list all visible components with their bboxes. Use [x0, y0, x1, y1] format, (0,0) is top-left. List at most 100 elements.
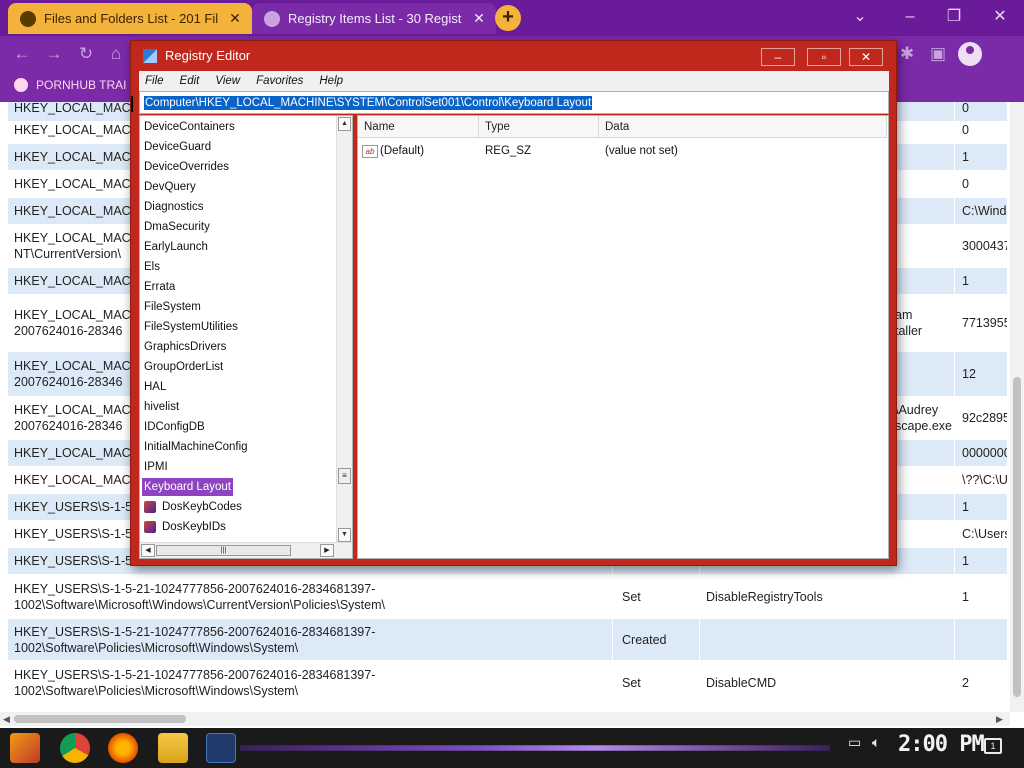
tree-item[interactable]: IPMI	[142, 458, 170, 476]
folder-icon[interactable]	[158, 733, 188, 763]
taskbar: ▭ 🔈︎ 2:00 PM 1	[0, 728, 1024, 768]
action-cell: Set	[616, 575, 700, 618]
chevron-down-icon[interactable]: ⌄	[838, 4, 882, 30]
scroll-left-icon[interactable]: ◀	[3, 714, 10, 725]
key-tree-pane: DeviceContainers DeviceGuard DeviceOverr…	[139, 115, 353, 559]
tree-item[interactable]: DmaSecurity	[142, 218, 212, 236]
tree-item[interactable]: FileSystem	[142, 298, 203, 316]
scrollbar-thumb[interactable]	[1013, 377, 1021, 697]
extensions-icon[interactable]: ✱	[895, 42, 919, 66]
scroll-down-icon[interactable]: ▼	[338, 528, 351, 542]
tab-registry-items[interactable]: Registry Items List - 30 Regist ✕	[252, 3, 496, 34]
value-type: REG_SZ	[485, 145, 532, 157]
close-icon[interactable]: ✕	[468, 10, 490, 27]
value-cell: 3000437	[956, 225, 1008, 267]
scrollbar-thumb[interactable]	[14, 715, 186, 723]
firefox-icon[interactable]	[108, 733, 138, 763]
action-cell: Set	[616, 661, 700, 704]
menu-file[interactable]: File	[145, 75, 164, 87]
restore-icon[interactable]: ❐	[932, 4, 976, 30]
tree-vertical-scrollbar[interactable]: ▲ ≡ ▼	[336, 116, 352, 544]
tree-item[interactable]: DeviceGuard	[142, 138, 213, 156]
profile-avatar[interactable]	[958, 42, 982, 66]
folder-icon	[144, 521, 156, 533]
new-tab-button[interactable]: +	[495, 5, 521, 31]
tree-horizontal-scrollbar[interactable]: ◀ ||| ▶	[140, 542, 352, 558]
tree-item[interactable]: DeviceOverrides	[142, 158, 231, 176]
tree-item[interactable]: Errata	[142, 278, 177, 296]
clock[interactable]: 2:00 PM	[898, 732, 985, 757]
tree-item[interactable]: IDConfigDB	[142, 418, 207, 436]
tree-item[interactable]: Els	[142, 258, 162, 276]
tab-files-and-folders[interactable]: Files and Folders List - 201 Fil ✕	[8, 3, 252, 34]
minimize-button[interactable]: –	[761, 48, 795, 66]
regedit-icon[interactable]	[206, 733, 236, 763]
values-list-pane: Name Type Data ab (Default) REG_SZ (valu…	[357, 115, 889, 559]
sidebar-icon[interactable]: ▣	[926, 42, 950, 66]
value-cell: 2	[956, 661, 1008, 704]
value-cell: 12	[956, 352, 1008, 396]
taskbar-decoration	[240, 745, 830, 751]
bookmark-label: PORNHUB TRAI	[36, 78, 127, 92]
menu-view[interactable]: View	[215, 75, 240, 87]
scrollbar-thumb[interactable]: |||	[156, 545, 291, 556]
value-row[interactable]: ab (Default)	[362, 142, 424, 160]
start-icon[interactable]	[10, 733, 40, 763]
table-row: HKEY_USERS\S-1-5-21-1024777856-200762401…	[8, 661, 1008, 705]
page-horizontal-scrollbar[interactable]: ◀ ▶	[0, 712, 1010, 726]
tree-child-item[interactable]: DosKeybIDs	[142, 518, 228, 536]
back-icon[interactable]: ←	[10, 42, 34, 66]
tree-item[interactable]: DeviceContainers	[142, 118, 237, 136]
menu-favorites[interactable]: Favorites	[256, 75, 303, 87]
reload-icon[interactable]: ↻	[74, 42, 98, 66]
scroll-right-icon[interactable]: ▶	[996, 714, 1003, 725]
value-cell: 0000000	[956, 440, 1008, 466]
maximize-button[interactable]: ▫	[807, 48, 841, 66]
value-cell: 0	[956, 117, 1008, 143]
tree-item[interactable]: InitialMachineConfig	[142, 438, 250, 456]
value-cell: 1	[956, 494, 1008, 520]
close-icon[interactable]: ✕	[224, 10, 246, 27]
key-cell: HKEY_USERS\S-1-5-21-1024777856-200762401…	[8, 661, 613, 704]
value-cell: 92c2895	[956, 397, 1008, 439]
scroll-left-icon[interactable]: ◀	[141, 544, 155, 557]
tree-item[interactable]: hivelist	[142, 398, 181, 416]
regedit-icon	[143, 48, 157, 63]
page-vertical-scrollbar[interactable]	[1010, 102, 1024, 712]
value-name: (Default)	[380, 145, 425, 157]
tree-item[interactable]: FileSystemUtilities	[142, 318, 240, 336]
tree-item[interactable]: Diagnostics	[142, 198, 205, 216]
close-window-icon[interactable]: ✕	[978, 4, 1022, 30]
chrome-icon[interactable]	[60, 733, 90, 763]
forward-icon[interactable]: →	[42, 42, 66, 66]
network-icon[interactable]: ▭	[848, 734, 861, 751]
tree-item[interactable]: GraphicsDrivers	[142, 338, 228, 356]
address-bar[interactable]: Computer\HKEY_LOCAL_MACHINE\SYSTEM\Contr…	[139, 91, 889, 114]
window-title: Registry Editor	[165, 48, 251, 63]
tree-child-item[interactable]: DosKeybCodes	[142, 498, 244, 516]
scrollbar-thumb[interactable]: ≡	[338, 468, 351, 484]
window-title-bar[interactable]: Registry Editor	[143, 48, 250, 63]
notification-icon[interactable]: 1	[984, 738, 1002, 754]
tree-item[interactable]: GroupOrderList	[142, 358, 225, 376]
tree-item[interactable]: DevQuery	[142, 178, 198, 196]
bookmark-item[interactable]: PORNHUB TRAI	[14, 78, 126, 92]
scroll-right-icon[interactable]: ▶	[320, 544, 334, 557]
column-header-name[interactable]: Name	[358, 116, 479, 138]
volume-icon[interactable]: 🔈︎	[872, 734, 880, 751]
column-header-data[interactable]: Data	[599, 116, 887, 138]
table-row: HKEY_USERS\S-1-5-21-1024777856-200762401…	[8, 619, 1008, 661]
value-cell: 1	[956, 575, 1008, 618]
menu-help[interactable]: Help	[319, 75, 343, 87]
home-icon[interactable]: ⌂	[104, 42, 128, 66]
browser-tab-strip: Files and Folders List - 201 Fil ✕ Regis…	[0, 0, 1024, 36]
address-text[interactable]: Computer\HKEY_LOCAL_MACHINE\SYSTEM\Contr…	[144, 95, 593, 110]
column-header-type[interactable]: Type	[479, 116, 599, 138]
close-button[interactable]: ✕	[849, 48, 883, 66]
scroll-up-icon[interactable]: ▲	[338, 117, 351, 131]
tree-item[interactable]: HAL	[142, 378, 168, 396]
tree-item-selected[interactable]: Keyboard Layout	[142, 478, 233, 496]
menu-edit[interactable]: Edit	[180, 75, 200, 87]
minimize-icon[interactable]: –	[888, 4, 932, 30]
tree-item[interactable]: EarlyLaunch	[142, 238, 210, 256]
